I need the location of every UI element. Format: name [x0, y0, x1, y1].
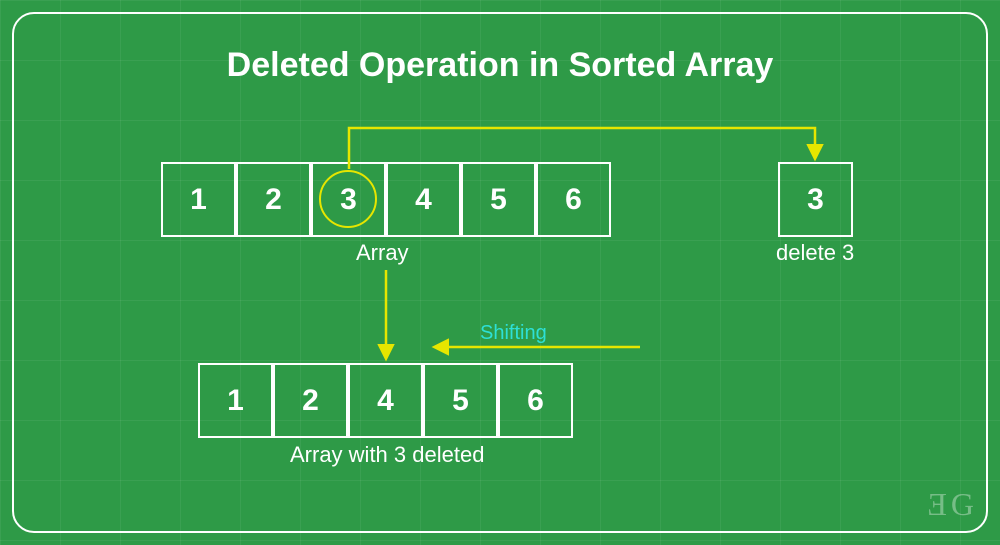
array2-cell-2: 4: [348, 363, 423, 438]
array2-cell-0: 1: [198, 363, 273, 438]
highlight-circle: [319, 170, 377, 228]
array1-cell-0: 1: [161, 162, 236, 237]
array2-cell-4: 6: [498, 363, 573, 438]
shifting-label: Shifting: [480, 322, 547, 345]
array1-cell-5: 6: [536, 162, 611, 237]
array2-cell-1: 2: [273, 363, 348, 438]
array1-label: Array: [356, 240, 409, 266]
diagram-title: Deleted Operation in Sorted Array: [0, 46, 1000, 85]
array1-cell-4: 5: [461, 162, 536, 237]
array2-label: Array with 3 deleted: [290, 442, 484, 468]
array1-cell-3: 4: [386, 162, 461, 237]
array1-cell-1: 2: [236, 162, 311, 237]
deleted-label: delete 3: [776, 240, 854, 266]
outer-frame: [12, 12, 988, 533]
logo-watermark: Ǝ G: [927, 486, 972, 523]
deleted-cell: 3: [778, 162, 853, 237]
array2-cell-3: 5: [423, 363, 498, 438]
